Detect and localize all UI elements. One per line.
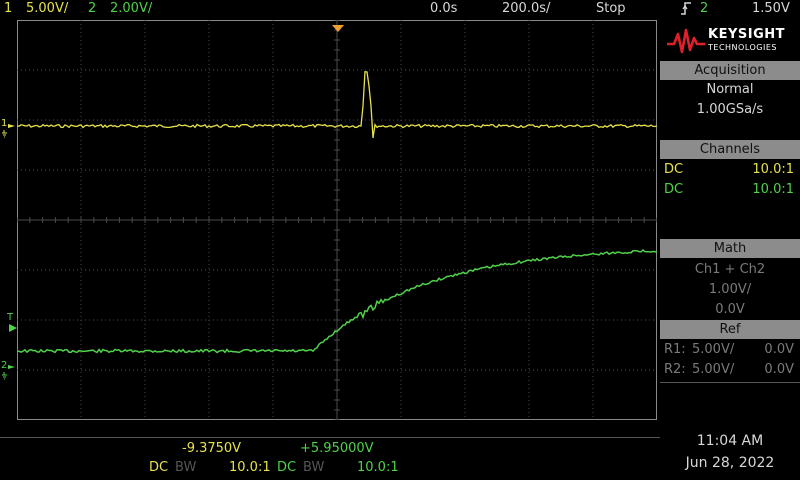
ch1-coupling-readout: DC	[149, 460, 169, 475]
trigger-level[interactable]: 1.50V	[752, 0, 790, 17]
clock: 11:04 AM Jun 28, 2022	[660, 430, 800, 474]
waveform-display[interactable]	[17, 20, 657, 420]
ref-r1-offset: 0.0V	[764, 342, 794, 357]
trigger-level-marker[interactable]: T	[1, 312, 17, 336]
channels-header[interactable]: Channels	[660, 140, 800, 159]
side-panel: KEYSIGHT TECHNOLOGIES Acquisition Normal…	[660, 20, 800, 420]
ref-r2-scale: 5.00V/	[692, 362, 735, 377]
measurement-bar: -9.3750V +5.95000V DC BW 10.0:1 DC BW 10…	[0, 421, 660, 480]
math-header[interactable]: Math	[660, 239, 800, 258]
keysight-wave-icon	[667, 28, 705, 54]
ch2-settings[interactable]: DC 10.0:1	[660, 180, 800, 200]
ch2-probe: 10.0:1	[752, 182, 794, 197]
ref-r1-scale: 5.00V/	[692, 342, 735, 357]
ch2-number[interactable]: 2	[88, 0, 96, 17]
ch2-trace	[17, 248, 657, 354]
ref-header[interactable]: Ref	[660, 320, 800, 339]
ch2-coupling-readout: DC	[277, 460, 297, 475]
ref-r1[interactable]: R1: 5.00V/ 0.0V	[660, 340, 800, 360]
ch1-coupling: DC	[664, 162, 684, 177]
clock-date: Jun 28, 2022	[685, 455, 775, 471]
panel-footer-divider	[660, 382, 800, 420]
math-function: Ch1 + Ch2	[694, 262, 766, 277]
ch2-bw-readout: BW	[303, 460, 325, 475]
ch1-bw-readout: BW	[175, 460, 197, 475]
ch1-trace	[17, 70, 657, 139]
ch2-probe-readout: 10.0:1	[357, 460, 399, 475]
math-scale: 1.00V/	[708, 282, 752, 297]
sample-rate: 1.00GSa/s	[696, 102, 764, 117]
ref-r2-offset: 0.0V	[764, 362, 794, 377]
ch1-scale[interactable]: 5.00V/	[26, 0, 68, 17]
ch2-ground-marker[interactable]: 2	[1, 360, 17, 382]
ch2-coupling: DC	[664, 182, 684, 197]
waveform-traces	[17, 70, 657, 354]
trigger-position-icon[interactable]	[332, 18, 344, 37]
bottom-divider	[0, 437, 660, 438]
ref-r2-name: R2:	[664, 362, 686, 377]
ch1-settings[interactable]: DC 10.0:1	[660, 160, 800, 180]
acquisition-mode: Normal	[706, 82, 754, 97]
ref-r2[interactable]: R2: 5.00V/ 0.0V	[660, 360, 800, 380]
ch2-scale[interactable]: 2.00V/	[110, 0, 152, 17]
brand-name: KEYSIGHT	[708, 27, 785, 42]
trigger-source[interactable]: 2	[700, 0, 708, 17]
ch1-probe: 10.0:1	[752, 162, 794, 177]
ref-r1-name: R1:	[664, 342, 686, 357]
status-bar: 1 5.00V/ 2 2.00V/ 0.0s 200.0s/ Stop 2 1.…	[0, 0, 800, 18]
time-delay[interactable]: 0.0s	[430, 0, 457, 17]
brand-sub: TECHNOLOGIES	[708, 43, 777, 52]
time-scale[interactable]: 200.0s/	[502, 0, 550, 17]
ch1-probe-readout: 10.0:1	[229, 460, 271, 475]
run-state[interactable]: Stop	[596, 0, 626, 17]
acquisition-header[interactable]: Acquisition	[660, 61, 800, 80]
math-offset: 0.0V	[715, 302, 745, 317]
clock-time: 11:04 AM	[696, 433, 764, 449]
keysight-logo: KEYSIGHT TECHNOLOGIES	[660, 20, 800, 60]
ch1-offset-readout[interactable]: -9.3750V	[182, 441, 241, 456]
ch2-offset-readout[interactable]: +5.95000V	[300, 441, 374, 456]
trigger-edge-icon[interactable]	[680, 1, 692, 21]
ch1-ground-marker[interactable]: 1	[1, 118, 17, 138]
ch1-number[interactable]: 1	[4, 0, 12, 17]
